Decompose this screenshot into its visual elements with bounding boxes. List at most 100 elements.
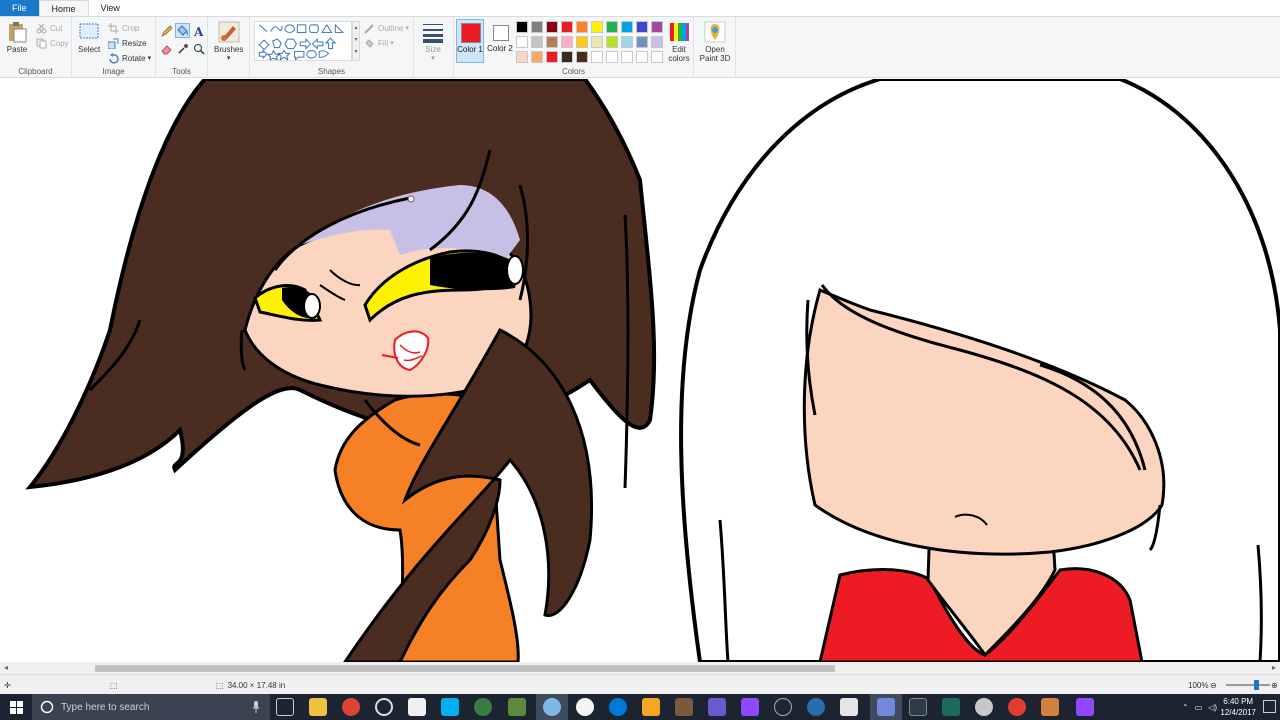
palette-swatch[interactable]: [516, 51, 528, 63]
twitch-icon[interactable]: [741, 698, 759, 716]
edge-icon[interactable]: [609, 698, 627, 716]
app-purple-icon[interactable]: [708, 698, 726, 716]
palette-swatch[interactable]: [576, 36, 588, 48]
app-green-icon[interactable]: [474, 698, 492, 716]
palette-swatch[interactable]: [531, 36, 543, 48]
app-gray-icon[interactable]: [975, 698, 993, 716]
zoom-in-icon[interactable]: ⊕: [1271, 675, 1278, 695]
color-palette: [516, 21, 666, 67]
select-button[interactable]: Select: [78, 21, 100, 54]
resize-button[interactable]: Resize: [108, 36, 146, 50]
view-menu-tab[interactable]: View: [89, 0, 132, 16]
mail-icon[interactable]: [840, 698, 858, 716]
app-teal-icon[interactable]: [942, 698, 960, 716]
palette-swatch[interactable]: [546, 21, 558, 33]
palette-swatch[interactable]: [606, 36, 618, 48]
paste-button[interactable]: Paste: [6, 21, 28, 54]
drawing-canvas[interactable]: [0, 79, 1280, 662]
scroll-thumb[interactable]: [95, 665, 835, 672]
palette-swatch[interactable]: [576, 51, 588, 63]
text-tool-icon[interactable]: A: [193, 25, 205, 37]
palette-swatch[interactable]: [621, 51, 633, 63]
minecraft-icon[interactable]: [508, 698, 526, 716]
chrome-icon[interactable]: [342, 698, 360, 716]
app-orange-icon[interactable]: [642, 698, 660, 716]
horizontal-scrollbar[interactable]: ◂ ▸: [0, 662, 1280, 674]
palette-swatch[interactable]: [636, 51, 648, 63]
eraser-icon[interactable]: [161, 43, 173, 55]
task-view-icon[interactable]: [276, 698, 294, 716]
network-icon[interactable]: ▭: [1195, 703, 1203, 712]
palette-swatch[interactable]: [516, 36, 528, 48]
discord-taskbar-active[interactable]: [870, 694, 902, 720]
pencil-icon[interactable]: [161, 25, 173, 37]
palette-swatch[interactable]: [561, 36, 573, 48]
palette-swatch[interactable]: [591, 21, 603, 33]
app-white-icon[interactable]: [576, 698, 594, 716]
copy-button[interactable]: Copy: [36, 36, 69, 50]
palette-swatch[interactable]: [516, 21, 528, 33]
cut-button[interactable]: Cut: [36, 21, 62, 35]
rotate-button[interactable]: Rotate ▾: [108, 51, 151, 65]
palette-swatch[interactable]: [531, 51, 543, 63]
skype-icon[interactable]: [441, 698, 459, 716]
palette-swatch[interactable]: [636, 21, 648, 33]
zoom-slider-thumb[interactable]: [1254, 680, 1259, 690]
palette-swatch[interactable]: [591, 51, 603, 63]
palette-swatch[interactable]: [636, 36, 648, 48]
magnifier-icon[interactable]: [193, 43, 205, 55]
paint3d-group: Open Paint 3D: [694, 17, 736, 77]
outline-button[interactable]: Outline ▾: [364, 21, 409, 35]
app-brown-icon[interactable]: [675, 698, 693, 716]
palette-swatch[interactable]: [576, 21, 588, 33]
select-label: Select: [78, 45, 101, 54]
app-dark-icon[interactable]: [909, 698, 927, 716]
twitch-secondary-icon[interactable]: [1076, 698, 1094, 716]
palette-swatch[interactable]: [561, 51, 573, 63]
palette-swatch[interactable]: [561, 21, 573, 33]
fill-tool-selected-frame[interactable]: [175, 23, 190, 38]
color-picker-icon[interactable]: [177, 43, 189, 55]
shapes-gallery[interactable]: [254, 21, 352, 61]
palette-swatch[interactable]: [546, 51, 558, 63]
zoom-slider-track[interactable]: [1226, 680, 1270, 690]
palette-swatch[interactable]: [621, 36, 633, 48]
fill-button[interactable]: Fill ▾: [364, 36, 394, 50]
volume-icon[interactable]: ◁): [1208, 703, 1217, 712]
steam-icon[interactable]: [774, 698, 792, 716]
edit-colors-button[interactable]: Edit colors: [666, 21, 692, 63]
zoom-out-icon[interactable]: ⊖: [1210, 675, 1217, 695]
action-center-icon[interactable]: [1263, 700, 1276, 713]
open-paint3d-button[interactable]: Open Paint 3D: [698, 21, 732, 63]
palette-swatch[interactable]: [651, 21, 663, 33]
palette-swatch[interactable]: [651, 36, 663, 48]
app-blue-icon[interactable]: [807, 698, 825, 716]
palette-swatch[interactable]: [591, 36, 603, 48]
palette-swatch[interactable]: [606, 51, 618, 63]
start-button[interactable]: [0, 694, 32, 720]
shapes-gallery-scroll[interactable]: ▴ ▾ ▾: [352, 21, 360, 61]
brushes-button[interactable]: Brushes ▾: [214, 21, 243, 62]
obs-icon[interactable]: [375, 698, 393, 716]
file-explorer-icon[interactable]: [309, 698, 327, 716]
palette-swatch[interactable]: [621, 21, 633, 33]
color1-button[interactable]: Color 1: [456, 19, 484, 63]
palette-swatch[interactable]: [531, 21, 543, 33]
app-red-icon[interactable]: [1008, 698, 1026, 716]
taskbar-clock[interactable]: 6:40 PM 12/4/2017: [1220, 696, 1256, 718]
paint-taskbar-active[interactable]: [536, 694, 568, 720]
scroll-left-icon[interactable]: ◂: [0, 662, 12, 674]
palette-swatch[interactable]: [606, 21, 618, 33]
tray-chevron-up-icon[interactable]: ⌃: [1182, 703, 1189, 712]
crop-button[interactable]: Crop: [108, 21, 139, 35]
home-menu-tab[interactable]: Home: [38, 0, 89, 16]
app-tan-icon[interactable]: [1041, 698, 1059, 716]
size-button[interactable]: Size ▾: [422, 21, 444, 62]
color2-button[interactable]: Color 2: [486, 19, 514, 63]
taskbar-search-box[interactable]: Type here to search: [32, 694, 270, 720]
file-menu-tab[interactable]: File: [0, 0, 39, 16]
palette-swatch[interactable]: [546, 36, 558, 48]
scroll-right-icon[interactable]: ▸: [1268, 662, 1280, 674]
store-icon[interactable]: [408, 698, 426, 716]
palette-swatch[interactable]: [651, 51, 663, 63]
